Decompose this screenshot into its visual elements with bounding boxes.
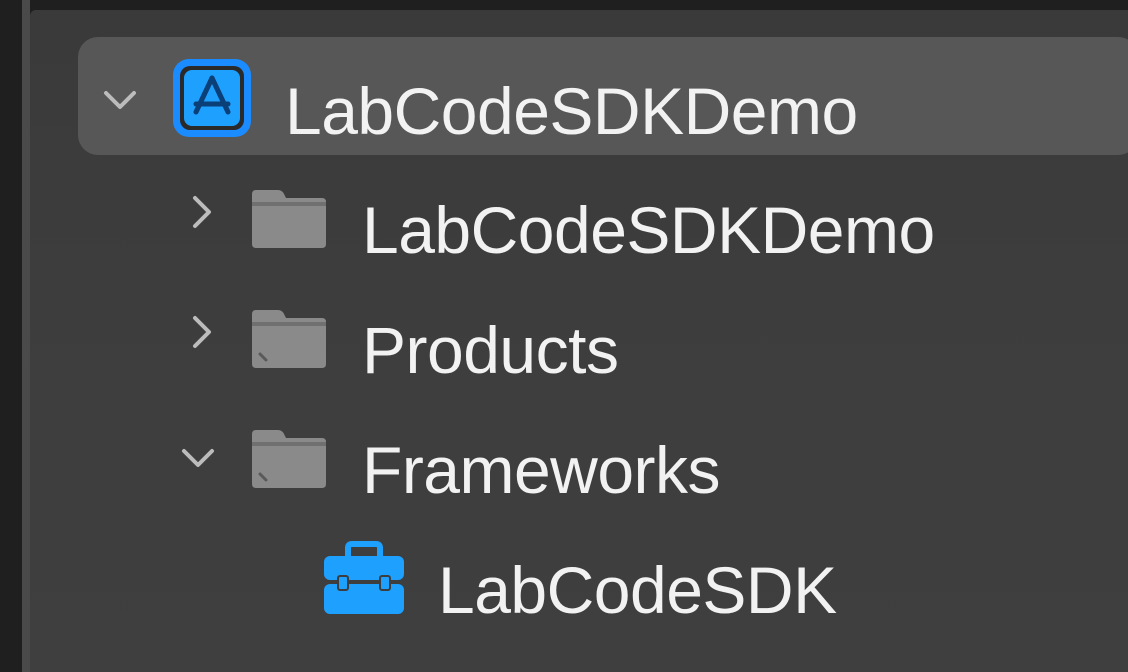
folder-icon (248, 306, 330, 372)
xcode-project-navigator-window: LabCodeSDKDemo LabCodeSDKDemo Products F… (0, 0, 1128, 672)
navigator-item-group-labcodesdkdemo[interactable]: LabCodeSDKDemo (30, 130, 1128, 263)
folder-icon (248, 426, 330, 492)
navigator-item-group-products[interactable]: Products (30, 250, 1128, 383)
chevron-right-icon[interactable] (178, 308, 226, 356)
navigator-item-group-frameworks[interactable]: Frameworks (30, 370, 1128, 503)
folder-icon (248, 186, 330, 252)
navigator-item-framework-labcodesdk[interactable]: LabCodeSDK (30, 490, 1128, 623)
navigator-item-project-root[interactable]: LabCodeSDKDemo (30, 10, 1128, 155)
app-project-icon (170, 56, 254, 140)
toolbox-icon (320, 540, 408, 618)
pane-divider[interactable] (22, 0, 30, 672)
chevron-down-icon[interactable] (96, 76, 144, 124)
chevron-right-icon[interactable] (178, 188, 226, 236)
chevron-down-icon[interactable] (174, 434, 222, 482)
project-navigator: LabCodeSDKDemo LabCodeSDKDemo Products F… (30, 10, 1128, 672)
navigator-item-label: LabCodeSDK (438, 553, 837, 627)
